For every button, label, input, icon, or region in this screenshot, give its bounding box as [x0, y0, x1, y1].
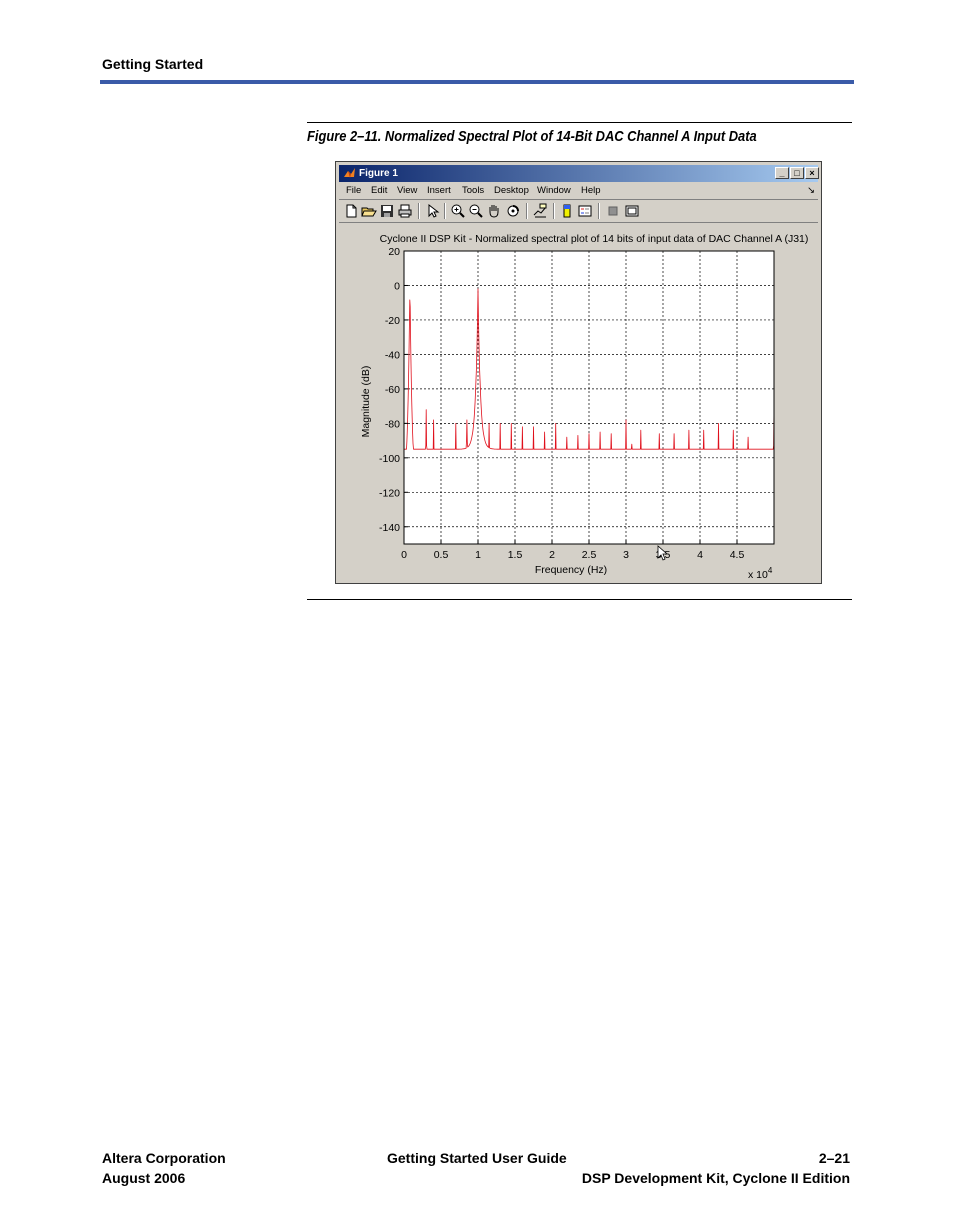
y-axis-label: Magnitude (dB): [360, 366, 372, 438]
figure-window: Figure 1 _ □ × File Edit View Insert Too…: [335, 161, 822, 584]
y-tick-label: -40: [385, 349, 400, 361]
y-tick-label: -100: [379, 453, 400, 465]
y-tick-label: 0: [394, 280, 400, 292]
x-tick-label: 2.5: [582, 549, 597, 561]
chart-title: Cyclone II DSP Kit - Normalized spectral…: [380, 233, 809, 245]
y-tick-label: -120: [379, 487, 400, 499]
x-tick-label: 4: [697, 549, 703, 561]
x-tick-label: 4.5: [730, 549, 745, 561]
y-tick-label: -140: [379, 522, 400, 534]
x-tick-label: 2: [549, 549, 555, 561]
footer-doc-title: Getting Started User Guide: [387, 1150, 567, 1166]
footer-page-number: 2–21: [818, 1150, 850, 1166]
x-tick-label: 0: [401, 549, 407, 561]
footer-edition: DSP Development Kit, Cyclone II Edition: [581, 1170, 850, 1186]
x-tick-label: 1.5: [508, 549, 523, 561]
x-multiplier-label: x 104: [748, 566, 773, 581]
y-tick-label: -80: [385, 418, 400, 430]
figure-top-rule: [307, 122, 852, 123]
footer-date: August 2006: [102, 1170, 186, 1186]
figure-bottom-rule: [307, 599, 852, 600]
x-axis-label: Frequency (Hz): [535, 564, 607, 576]
running-header: Getting Started: [102, 56, 204, 72]
header-rule: [100, 80, 854, 84]
y-tick-label: -60: [385, 384, 400, 396]
spectral-plot: 00.511.522.533.544.5200-20-40-60-80-100-…: [360, 233, 809, 581]
x-tick-label: 3: [623, 549, 629, 561]
figure-caption: Figure 2–11. Normalized Spectral Plot of…: [307, 128, 757, 145]
y-tick-label: 20: [388, 246, 400, 258]
x-tick-label: 1: [475, 549, 481, 561]
y-tick-label: -20: [385, 315, 400, 327]
footer-company: Altera Corporation: [102, 1150, 226, 1166]
x-tick-label: 0.5: [434, 549, 449, 561]
